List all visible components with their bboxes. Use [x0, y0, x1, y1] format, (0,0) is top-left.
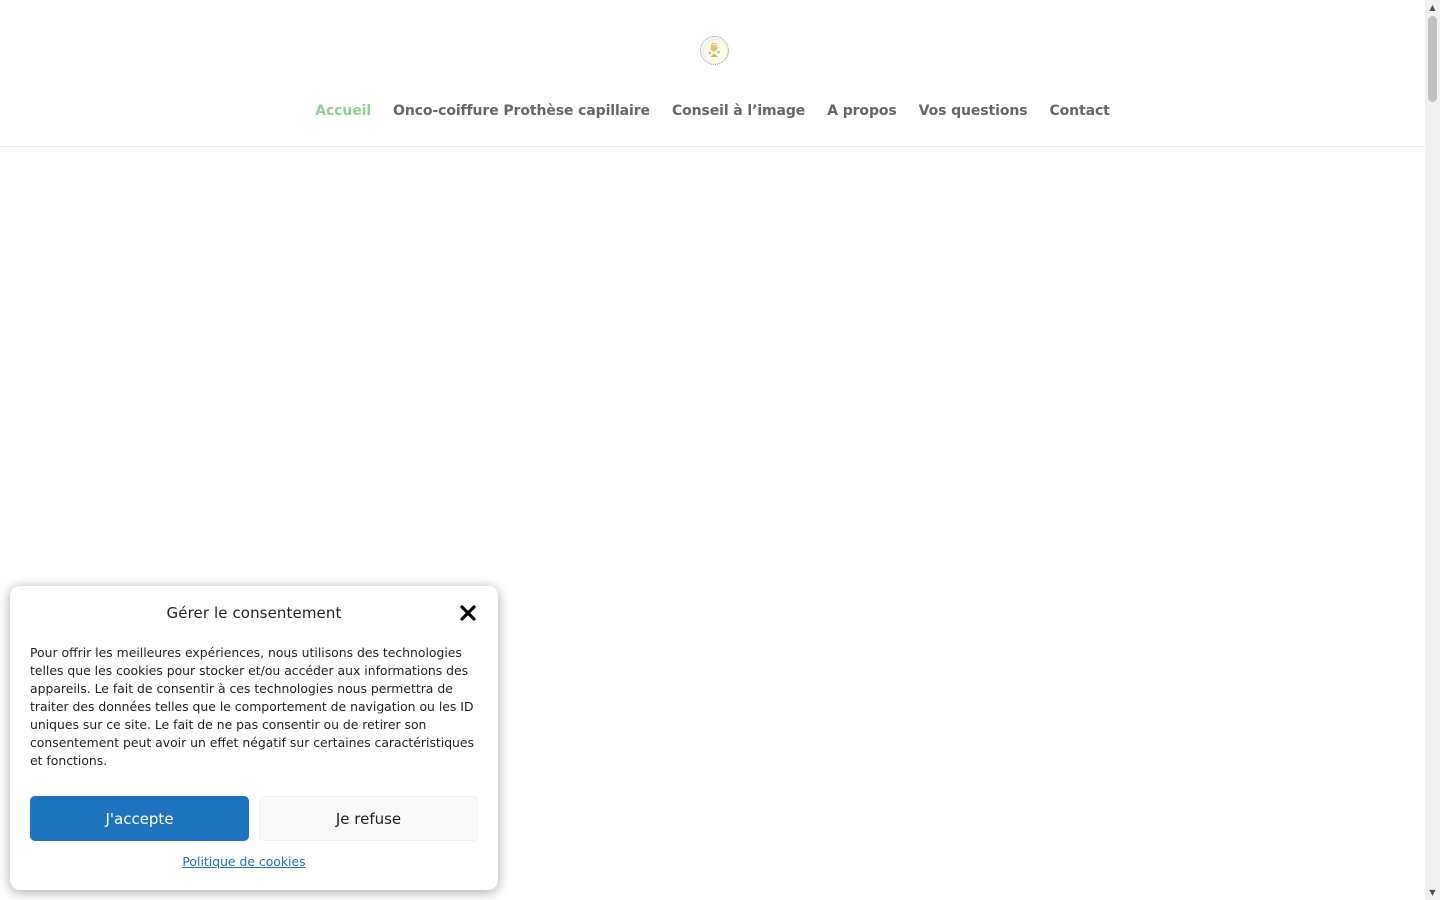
- nav-item-a-propos[interactable]: A propos: [827, 100, 897, 122]
- refuse-button[interactable]: Je refuse: [259, 796, 478, 841]
- consent-title: Gérer le consentement: [166, 604, 342, 622]
- main-nav: Accueil Onco-coiffure Prothèse capillair…: [0, 100, 1425, 122]
- nav-item-onco-coiffure[interactable]: Onco-coiffure Prothèse capillaire: [393, 100, 650, 122]
- scroll-up-arrow-icon[interactable]: ▲: [1425, 0, 1440, 15]
- site-header: Accueil Onco-coiffure Prothèse capillair…: [0, 0, 1425, 147]
- accept-button[interactable]: J'accepte: [30, 796, 249, 841]
- page: Accueil Onco-coiffure Prothèse capillair…: [0, 0, 1440, 900]
- nav-item-conseil-image[interactable]: Conseil à l’image: [672, 100, 805, 122]
- nav-item-accueil[interactable]: Accueil: [315, 100, 371, 122]
- close-icon[interactable]: [459, 604, 477, 622]
- cookie-consent-dialog: Gérer le consentement Pour offrir les me…: [10, 586, 498, 890]
- scroll-down-arrow-icon[interactable]: ▼: [1425, 885, 1440, 900]
- portrait-logo-icon[interactable]: [700, 36, 729, 65]
- nav-item-contact[interactable]: Contact: [1049, 100, 1109, 122]
- vertical-scrollbar[interactable]: ▲ ▼: [1425, 0, 1440, 900]
- consent-message: Pour offrir les meilleures expériences, …: [30, 645, 474, 768]
- cookie-policy-link[interactable]: Politique de cookies: [10, 854, 478, 869]
- scroll-thumb[interactable]: [1428, 16, 1437, 102]
- nav-item-vos-questions[interactable]: Vos questions: [919, 100, 1028, 122]
